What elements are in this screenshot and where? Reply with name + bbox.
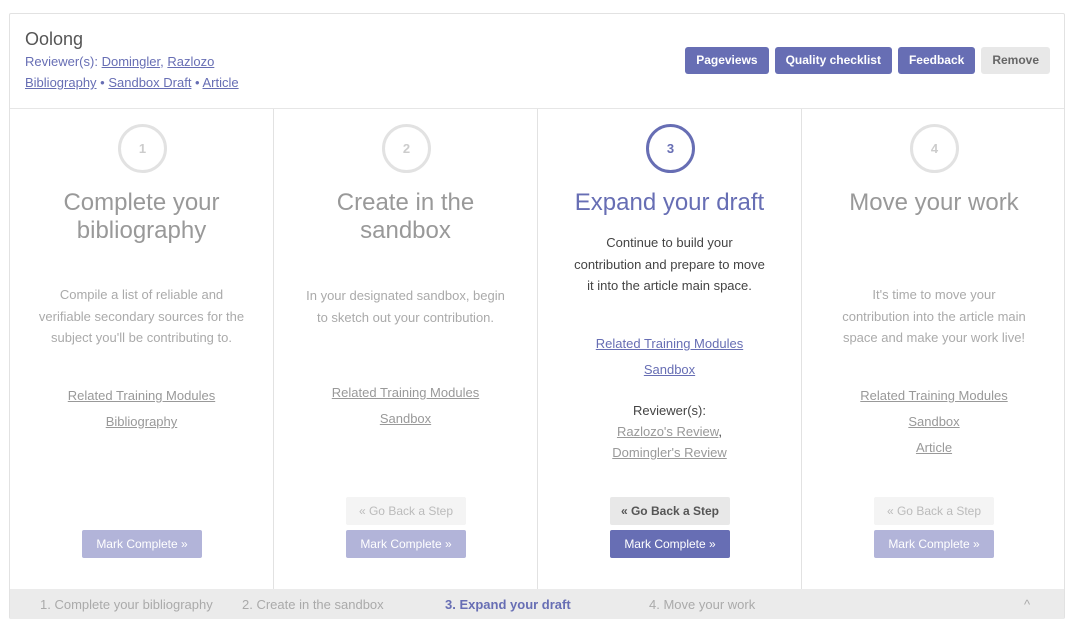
mark-complete-button[interactable]: Mark Complete » xyxy=(610,530,730,558)
step-number: 2 xyxy=(382,124,431,173)
mark-complete-button[interactable]: Mark Complete » xyxy=(346,530,466,558)
bibliography-link[interactable]: Bibliography xyxy=(106,414,178,429)
progress-step-4[interactable]: 4. Move your work xyxy=(649,597,755,612)
go-back-button[interactable]: « Go Back a Step xyxy=(610,497,730,525)
review-link[interactable]: Domingler's Review xyxy=(612,445,726,460)
step-title: Move your work xyxy=(849,189,1019,216)
step-1: 1 Complete your bibliography Compile a l… xyxy=(10,109,274,589)
reviewer-link[interactable]: Domingler xyxy=(102,54,161,69)
step-title: Create in the sandbox xyxy=(336,189,475,244)
step-number: 3 xyxy=(646,124,695,173)
reviews: Reviewer(s): Razlozo's Review, Domingler's… xyxy=(612,403,727,460)
pageviews-button[interactable]: Pageviews xyxy=(685,47,769,74)
bibliography-link[interactable]: Bibliography xyxy=(25,75,97,90)
sandbox-draft-link[interactable]: Sandbox Draft xyxy=(108,75,191,90)
feedback-button[interactable]: Feedback xyxy=(897,47,976,74)
review-link[interactable]: Razlozo's Review xyxy=(617,424,718,439)
progress-step-2[interactable]: 2. Create in the sandbox xyxy=(242,597,384,612)
sandbox-link[interactable]: Sandbox xyxy=(908,414,959,429)
sandbox-link[interactable]: Sandbox xyxy=(644,362,695,377)
article-title: Oolong xyxy=(25,29,84,49)
go-back-button[interactable]: « Go Back a Step xyxy=(874,497,994,525)
collapse-chevron-icon[interactable]: ^ xyxy=(1024,597,1030,612)
step-2: 2 Create in the sandbox In your designat… xyxy=(274,109,538,589)
assignment-card: Oolong Reviewer(s): Domingler, Razlozo B… xyxy=(9,13,1065,619)
article-links: Bibliography • Sandbox Draft • Article xyxy=(25,75,239,90)
step-description: It's time to move your contribution into… xyxy=(842,287,1026,345)
step-4: 4 Move your work It's time to move your … xyxy=(802,109,1066,589)
mark-complete-button[interactable]: Mark Complete » xyxy=(82,530,202,558)
reviewers: Reviewer(s): Domingler, Razlozo xyxy=(25,54,215,69)
progress-step-1[interactable]: 1. Complete your bibliography xyxy=(40,597,213,612)
go-back-button[interactable]: « Go Back a Step xyxy=(346,497,466,525)
quality-checklist-button[interactable]: Quality checklist xyxy=(774,47,892,74)
progress-step-3[interactable]: 3. Expand your draft xyxy=(445,597,571,612)
training-modules-link[interactable]: Related Training Modules xyxy=(332,385,479,400)
remove-button[interactable]: Remove xyxy=(981,47,1050,74)
step-description: Compile a list of reliable and verifiabl… xyxy=(38,287,245,345)
step-description: Continue to build your contribution and … xyxy=(574,235,765,293)
article-link[interactable]: Article xyxy=(916,440,952,455)
sandbox-link[interactable]: Sandbox xyxy=(380,411,431,426)
step-description: In your designated sandbox, begin to ske… xyxy=(306,288,505,325)
step-progress-bar: 1. Complete your bibliography 2. Create … xyxy=(10,589,1064,619)
step-number: 4 xyxy=(910,124,959,173)
mark-complete-button[interactable]: Mark Complete » xyxy=(874,530,994,558)
article-link[interactable]: Article xyxy=(203,75,239,90)
step-title: Complete your bibliography xyxy=(63,189,220,244)
reviewers-label: Reviewer(s): xyxy=(633,403,706,418)
step-3: 3 Expand your draft Continue to build yo… xyxy=(538,109,802,589)
reviewers-label: Reviewer(s): xyxy=(25,54,98,69)
training-modules-link[interactable]: Related Training Modules xyxy=(68,388,215,403)
training-modules-link[interactable]: Related Training Modules xyxy=(860,388,1007,403)
step-title: Expand your draft xyxy=(574,189,765,216)
reviewer-link[interactable]: Razlozo xyxy=(167,54,214,69)
card-header: Oolong Reviewer(s): Domingler, Razlozo B… xyxy=(10,14,1064,109)
training-modules-link[interactable]: Related Training Modules xyxy=(596,336,743,351)
step-number: 1 xyxy=(118,124,167,173)
